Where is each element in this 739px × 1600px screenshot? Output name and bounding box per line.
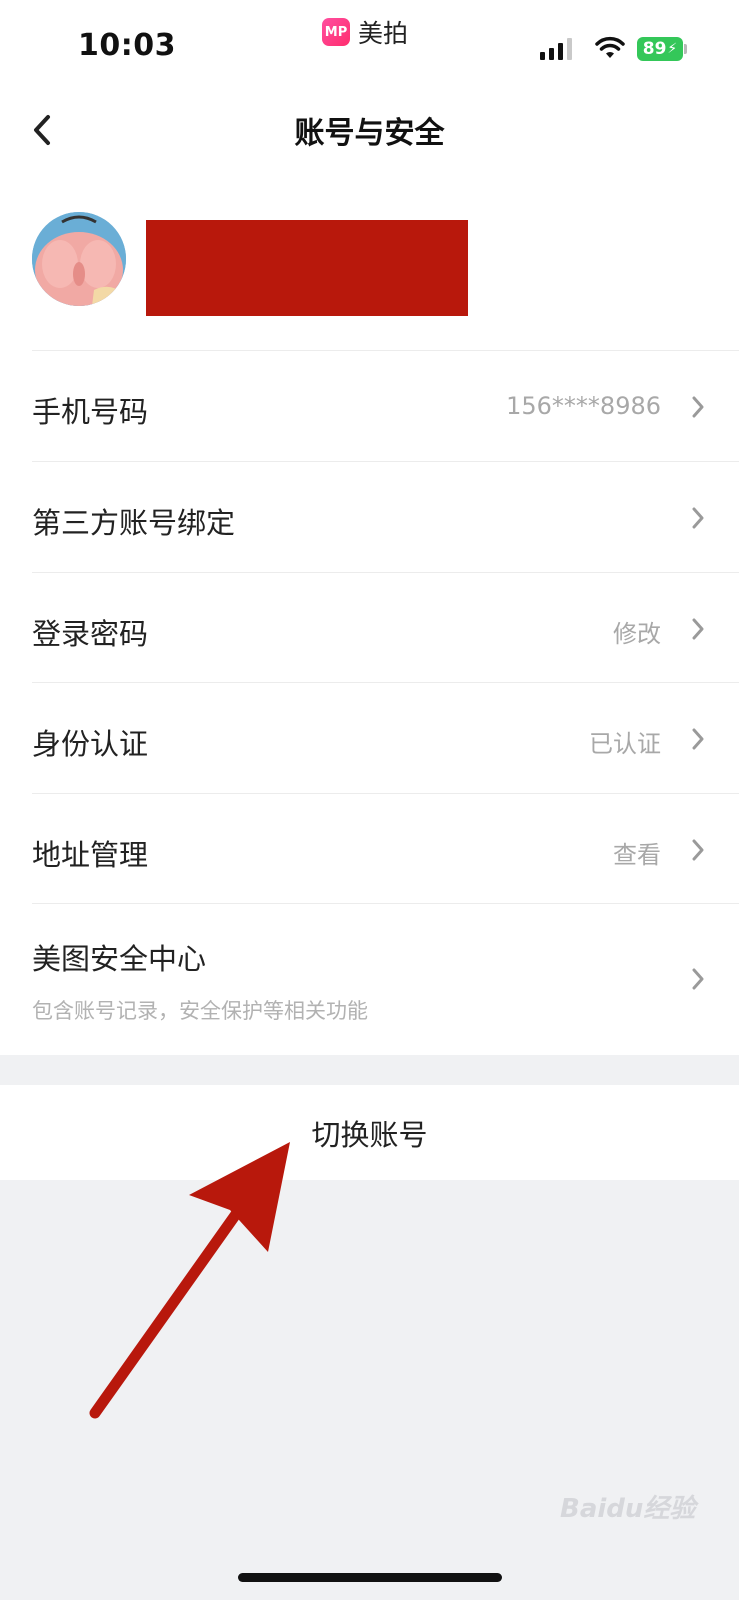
charging-icon: ⚡ (667, 41, 678, 57)
redacted-username (146, 220, 468, 316)
chevron-right-icon (692, 728, 704, 750)
row-value: 已认证 (589, 730, 661, 758)
row-label: 美图安全中心 (32, 942, 207, 976)
row-security-center[interactable]: 美图安全中心 包含账号记录，安全保护等相关功能 (0, 904, 739, 1054)
row-label: 手机号码 (32, 395, 149, 429)
avatar[interactable] (32, 212, 126, 306)
signal-icon (540, 38, 572, 60)
row-value: 查看 (613, 841, 661, 869)
page-title: 账号与安全 (294, 116, 445, 151)
row-label: 第三方账号绑定 (32, 506, 236, 540)
row-third-party-binding[interactable]: 第三方账号绑定 (0, 462, 739, 572)
row-value: 修改 (613, 620, 661, 648)
row-value: 156****8986 (506, 392, 661, 420)
chevron-right-icon (692, 839, 704, 861)
app-logo-icon: MP (322, 18, 350, 46)
app-indicator: MP 美拍 (322, 14, 408, 50)
chevron-right-icon (692, 396, 704, 418)
chevron-right-icon (692, 968, 704, 990)
app-name: 美拍 (358, 19, 409, 48)
wifi-icon (595, 36, 625, 58)
row-label: 地址管理 (32, 838, 149, 872)
row-address-management[interactable]: 地址管理 查看 (0, 794, 739, 903)
battery-level: 89 (642, 39, 667, 59)
avatar-image (32, 212, 126, 306)
row-subtitle: 包含账号记录，安全保护等相关功能 (32, 999, 368, 1023)
divider (32, 350, 739, 351)
switch-account-label: 切换账号 (311, 1117, 428, 1152)
status-time: 10:03 (78, 28, 176, 63)
row-label: 登录密码 (32, 617, 149, 651)
home-indicator[interactable] (238, 1573, 502, 1582)
chevron-right-icon (692, 507, 704, 529)
chevron-right-icon (692, 618, 704, 640)
row-identity-verification[interactable]: 身份认证 已认证 (0, 683, 739, 793)
row-label: 身份认证 (32, 727, 149, 761)
row-phone-number[interactable]: 手机号码 156****8986 (0, 352, 739, 461)
row-login-password[interactable]: 登录密码 修改 (0, 573, 739, 682)
battery-indicator: 89 ⚡ (637, 37, 683, 61)
switch-account-button[interactable]: 切换账号 (0, 1085, 739, 1180)
battery-cap (684, 44, 687, 54)
watermark: Baidu经验 (560, 1494, 696, 1524)
